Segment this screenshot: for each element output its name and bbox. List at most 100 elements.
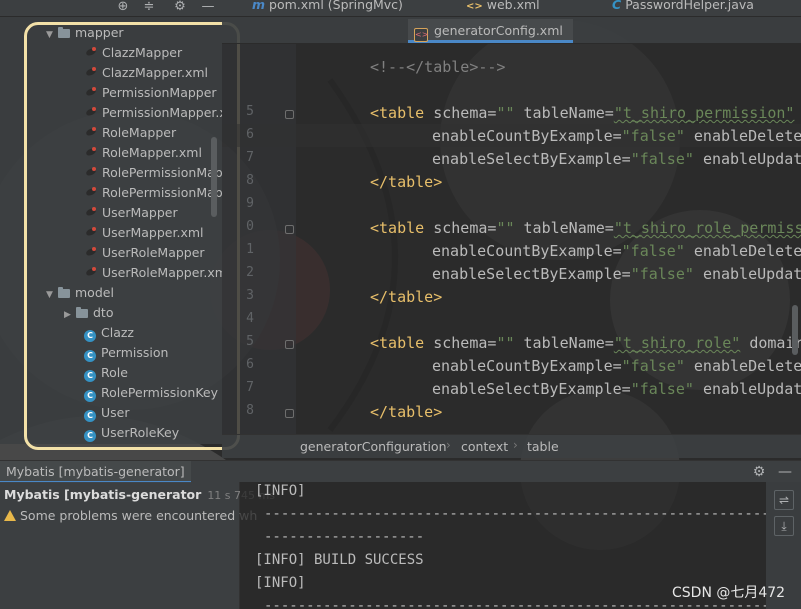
code-line: enableCountByExample="false" enableDelet… bbox=[432, 355, 801, 378]
code-line: enableCountByExample="false" enableDelet… bbox=[432, 125, 801, 148]
warning-icon bbox=[4, 510, 16, 521]
code-token: enableCountByExample= bbox=[432, 127, 622, 145]
code-token: enableUpdat bbox=[702, 150, 801, 168]
xml-icon: <> bbox=[466, 1, 483, 12]
code-token: "" bbox=[496, 104, 515, 122]
line-number: 2 bbox=[246, 265, 254, 280]
class-icon: C bbox=[612, 0, 622, 12]
line-number: 6 bbox=[246, 357, 254, 372]
breadcrumb: generatorConfiguration › context › table bbox=[222, 434, 801, 458]
code-token: schema= bbox=[433, 334, 497, 352]
run-entry[interactable]: Mybatis [mybatis-generator11 s 745 ms bbox=[4, 484, 275, 506]
code-line: <table schema="" tableName="t_shiro_perm… bbox=[370, 102, 794, 125]
console-line: [INFO] bbox=[255, 483, 306, 499]
warning-text: Some problems were encountered wh bbox=[20, 508, 258, 523]
line-number: 1 bbox=[246, 242, 254, 257]
xml-file-icon: <> bbox=[414, 28, 428, 42]
fold-marker-icon[interactable] bbox=[285, 340, 294, 349]
code-line: </table> bbox=[370, 173, 443, 191]
console-line: ----------------------------------------… bbox=[264, 506, 766, 522]
chevron-right-icon: › bbox=[446, 438, 451, 452]
collapse-icon[interactable]: ≑ bbox=[141, 0, 157, 15]
run-warning[interactable]: Some problems were encountered wh bbox=[4, 505, 257, 527]
code-token: "false" bbox=[630, 265, 694, 283]
line-number: 5 bbox=[246, 334, 254, 349]
crosshair-icon[interactable]: ⊕ bbox=[115, 0, 131, 15]
tab-web-xml[interactable]: <> web.xml bbox=[466, 0, 540, 15]
code-line: </table> bbox=[370, 403, 443, 421]
fold-marker-icon[interactable] bbox=[285, 110, 294, 119]
code-token: <table bbox=[370, 219, 425, 237]
fold-marker-icon[interactable] bbox=[285, 225, 294, 234]
editor-gutter bbox=[222, 44, 296, 434]
tab-label: PasswordHelper.java bbox=[625, 0, 754, 12]
gear-icon[interactable]: ⚙ bbox=[750, 463, 768, 481]
line-number: 4 bbox=[246, 311, 254, 326]
run-panel-header: Mybatis [mybatis-generator] ⚙ — bbox=[0, 460, 801, 483]
run-title: Mybatis [mybatis-generator bbox=[4, 487, 202, 502]
run-tab[interactable]: Mybatis [mybatis-generator] bbox=[0, 461, 191, 483]
code-token: <table bbox=[370, 334, 425, 352]
line-number: 5 bbox=[246, 104, 254, 119]
maven-icon: m bbox=[252, 0, 266, 12]
minimize-icon[interactable]: — bbox=[200, 0, 216, 15]
code-token: tableName= bbox=[523, 104, 614, 122]
tab-password-helper[interactable]: C PasswordHelper.java bbox=[612, 0, 754, 15]
tab-generator-config[interactable]: <> generatorConfig.xml bbox=[408, 19, 573, 43]
gear-icon[interactable]: ⚙ bbox=[172, 0, 188, 15]
editor-scrollbar[interactable] bbox=[792, 305, 798, 355]
soft-wrap-icon[interactable]: ⇌ bbox=[774, 490, 794, 510]
code-token: schema= bbox=[433, 219, 497, 237]
console-line: [INFO] bbox=[255, 575, 306, 591]
chevron-right-icon: › bbox=[513, 438, 518, 452]
code-token: "false" bbox=[621, 242, 685, 260]
code-line: enableSelectByExample="false" enableUpda… bbox=[432, 148, 801, 171]
line-number: 7 bbox=[246, 150, 254, 165]
code-token: "false" bbox=[630, 150, 694, 168]
breadcrumb-item[interactable]: generatorConfiguration bbox=[300, 439, 447, 454]
fold-marker-icon[interactable] bbox=[285, 409, 294, 418]
code-line: enableSelectByExample="false" enableUpda… bbox=[432, 378, 801, 401]
code-line: <table schema="" tableName="t_shiro_role… bbox=[370, 217, 801, 240]
tab-label: web.xml bbox=[486, 0, 540, 12]
line-number: 6 bbox=[246, 127, 254, 142]
code-token: enableSelectByExample= bbox=[432, 265, 631, 283]
code-token: enableDelete bbox=[693, 242, 801, 260]
code-token: schema= bbox=[433, 104, 497, 122]
tab-pom-xml[interactable]: m pom.xml (SpringMvc) bbox=[252, 0, 403, 15]
line-number: 7 bbox=[246, 380, 254, 395]
code-token: tableName= bbox=[523, 334, 614, 352]
code-token: enableUpdat bbox=[702, 265, 801, 283]
code-token: "false" bbox=[621, 127, 685, 145]
console-line: ------------------- bbox=[264, 529, 425, 545]
code-token: "" bbox=[496, 219, 515, 237]
code-line: enableCountByExample="false" enableDelet… bbox=[432, 240, 801, 263]
line-number: 9 bbox=[246, 196, 254, 211]
tab-label: pom.xml (SpringMvc) bbox=[269, 0, 403, 12]
code-line: enableSelectByExample="false" enableUpda… bbox=[432, 263, 801, 286]
breadcrumb-item[interactable]: table bbox=[527, 439, 559, 454]
code-token: <table bbox=[370, 104, 425, 122]
top-toolbar: ⊕ ≑ ⚙ — m pom.xml (SpringMvc) <> web.xml C… bbox=[0, 0, 801, 17]
editor-tab-bar: <> generatorConfig.xml bbox=[222, 17, 801, 44]
scroll-to-end-icon[interactable]: ⤓ bbox=[774, 516, 794, 536]
line-number: 3 bbox=[246, 288, 254, 303]
code-token: enableSelectByExample= bbox=[432, 150, 631, 168]
code-token: enableDelete bbox=[693, 127, 801, 145]
code-token: enableSelectByExample= bbox=[432, 380, 631, 398]
run-tree: Mybatis [mybatis-generator11 s 745 ms So… bbox=[0, 482, 275, 609]
code-token: enableUpdat bbox=[702, 380, 801, 398]
code-line: <table schema="" tableName="t_shiro_role… bbox=[370, 332, 801, 355]
code-line: <!--</table>--> bbox=[370, 58, 506, 76]
code-token: enableCountByExample= bbox=[432, 242, 622, 260]
code-token: tableName= bbox=[523, 219, 614, 237]
breadcrumb-item[interactable]: context bbox=[461, 439, 508, 454]
line-number: 8 bbox=[246, 403, 254, 418]
code-token: "false" bbox=[630, 380, 694, 398]
code-token: "t_shiro_permission" bbox=[613, 104, 795, 122]
console-line: [INFO] BUILD SUCCESS bbox=[255, 552, 424, 568]
code-token: enableDelete bbox=[693, 357, 801, 375]
line-number: 8 bbox=[246, 173, 254, 188]
minimize-icon[interactable]: — bbox=[776, 463, 794, 481]
line-number: 0 bbox=[246, 219, 254, 234]
